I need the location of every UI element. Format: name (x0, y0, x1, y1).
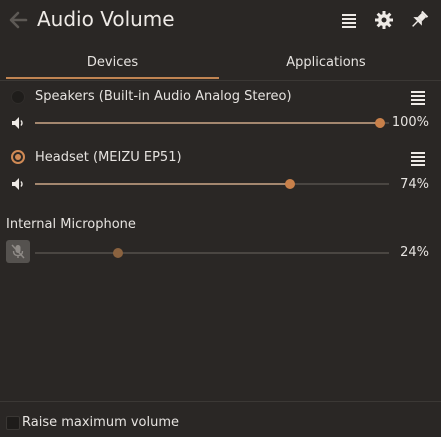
microphone-muted-icon (11, 244, 25, 259)
raise-max-volume-label[interactable]: Raise maximum volume (22, 415, 179, 430)
device-label-speakers: Speakers (Built-in Audio Analog Stereo) (35, 89, 292, 104)
volume-row-speakers: 100% (0, 112, 441, 134)
raise-max-volume-checkbox[interactable] (6, 416, 20, 430)
volume-slider-knob[interactable] (112, 248, 123, 258)
tab-applications[interactable]: Applications (219, 48, 433, 79)
device-radio-speakers[interactable] (11, 90, 25, 104)
tab-bar: Devices Applications (0, 48, 441, 81)
speaker-volume-icon[interactable] (11, 116, 25, 130)
back-arrow-icon[interactable] (6, 8, 30, 32)
device-row-speakers: Speakers (Built-in Audio Analog Stereo) (0, 86, 441, 110)
microphone-label: Internal Microphone (6, 217, 136, 232)
device-label-headset: Headset (MEIZU EP51) (35, 150, 182, 165)
tab-devices[interactable]: Devices (6, 48, 219, 79)
volume-row-headset: 74% (0, 174, 441, 196)
speaker-volume-icon[interactable] (11, 177, 25, 191)
volume-slider-knob[interactable] (285, 179, 296, 189)
volume-percent-speakers: 100% (391, 115, 429, 130)
header-bar: Audio Volume (0, 0, 441, 42)
page-title: Audio Volume (37, 7, 175, 31)
volume-percent-headset: 74% (400, 177, 429, 192)
device-menu-icon[interactable] (408, 150, 428, 168)
microphone-mute-button[interactable] (6, 240, 30, 263)
footer-bar: Raise maximum volume (0, 401, 441, 437)
pin-icon[interactable] (408, 9, 430, 31)
volume-slider-headset[interactable] (35, 179, 389, 189)
volume-percent-microphone: 24% (400, 245, 429, 260)
volume-slider-microphone[interactable] (35, 248, 389, 258)
gear-icon[interactable] (373, 9, 395, 31)
volume-slider-speakers[interactable] (35, 118, 389, 128)
device-radio-headset[interactable] (11, 150, 25, 164)
volume-slider-knob[interactable] (375, 118, 386, 128)
device-menu-icon[interactable] (408, 89, 428, 107)
hamburger-icon[interactable] (338, 9, 360, 31)
device-row-headset: Headset (MEIZU EP51) (0, 147, 441, 171)
